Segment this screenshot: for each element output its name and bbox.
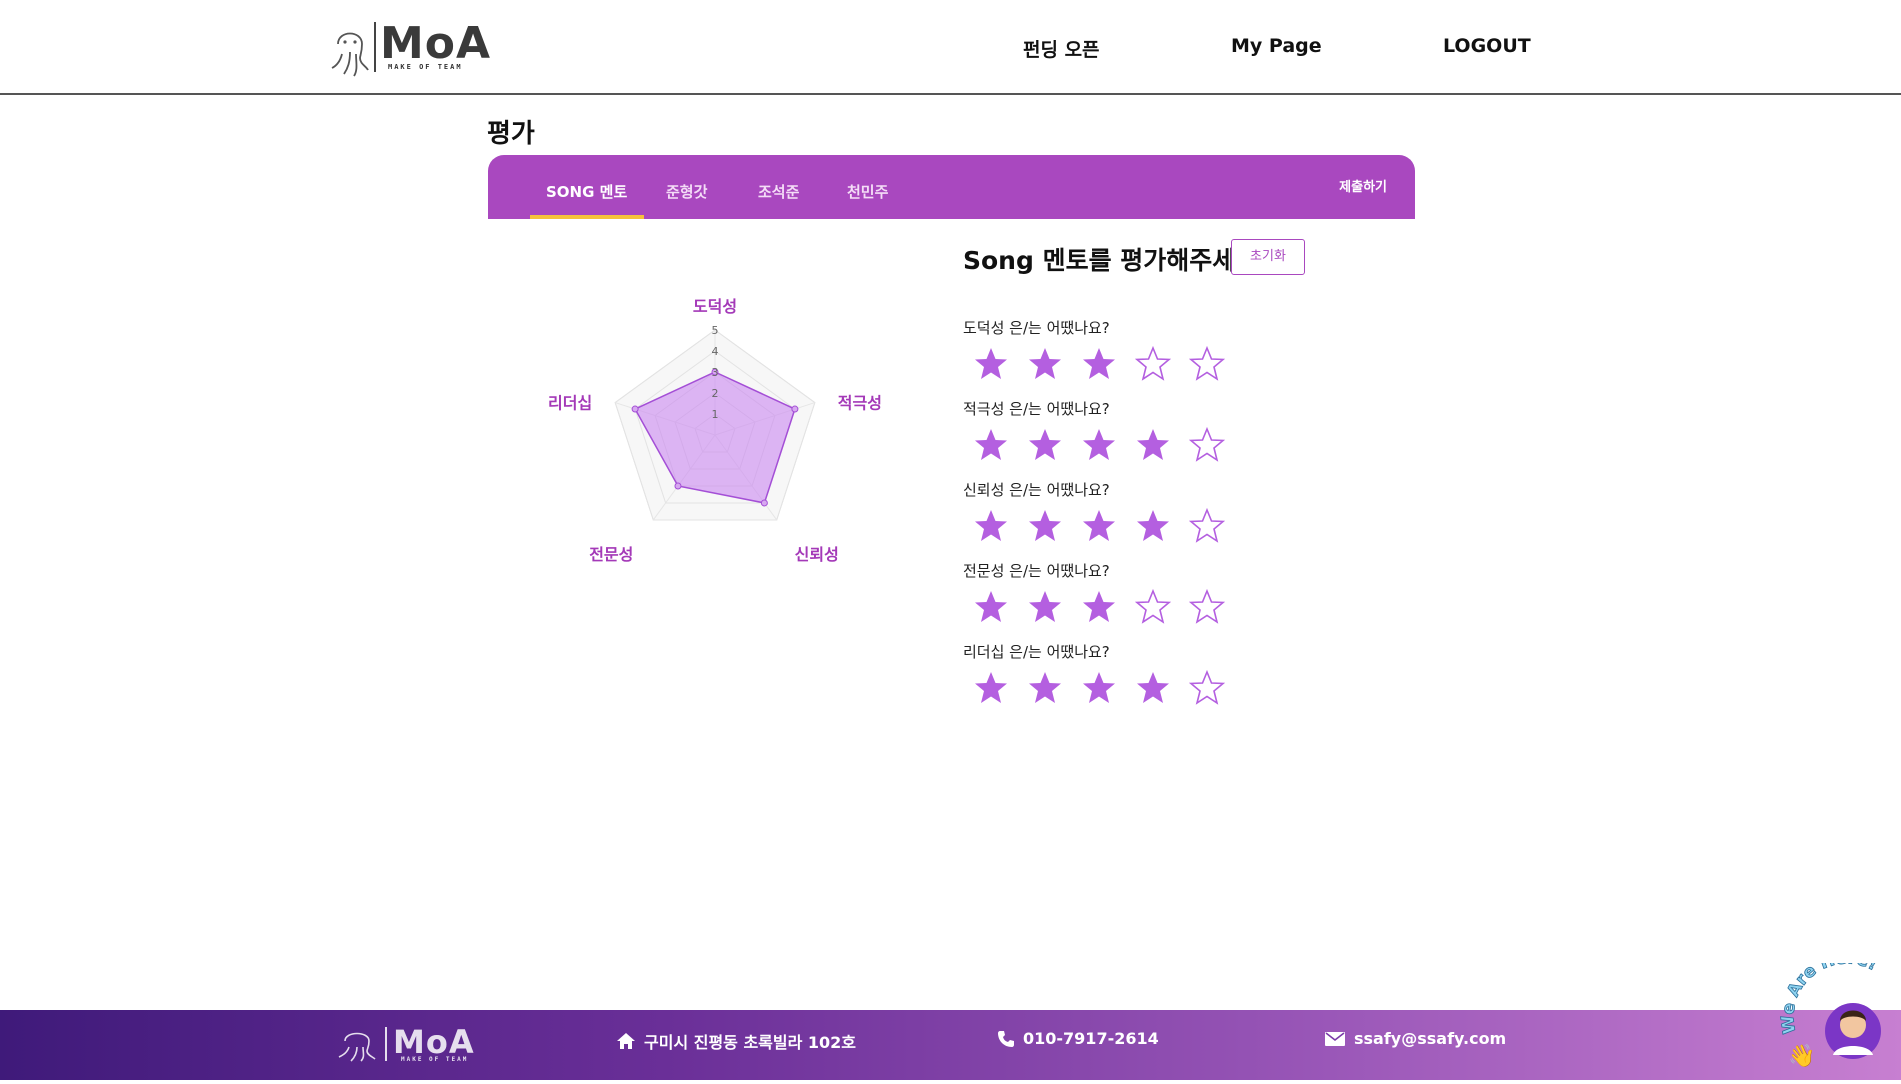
star-filled-icon[interactable] [1027, 670, 1063, 706]
star-empty-icon[interactable] [1189, 427, 1225, 463]
tab-cheon-minju[interactable]: 천민주 [847, 181, 888, 202]
footer-phone: 010-7917-2614 [997, 1029, 1159, 1048]
footer-address: 구미시 진평동 초록빌라 102호 [616, 1029, 856, 1053]
page-title: 평가 [487, 119, 535, 149]
logo-divider [374, 22, 376, 72]
star-empty-icon[interactable] [1189, 346, 1225, 382]
star-filled-icon[interactable] [1027, 427, 1063, 463]
footer-email: ssafy@ssafy.com [1324, 1029, 1506, 1048]
star-filled-icon[interactable] [1135, 670, 1171, 706]
radar-point [760, 499, 768, 507]
moa-logo[interactable]: MoA MAKE OF TEAM [330, 18, 490, 78]
we-are-here-widget[interactable]: We Are Here! 👋 [1777, 948, 1901, 1080]
star-filled-icon[interactable] [1135, 427, 1171, 463]
footer-logo-subtitle: MAKE OF TEAM [401, 1056, 469, 1063]
star-filled-icon[interactable] [973, 589, 1009, 625]
octopus-icon [338, 1032, 376, 1062]
evaluation-tab-bar: SONG 멘토 준형갓 조석준 천민주 제출하기 [488, 155, 1415, 219]
star-filled-icon[interactable] [973, 346, 1009, 382]
question-label: 전문성 은/는 어땠나요? [963, 562, 1110, 580]
star-filled-icon[interactable] [973, 427, 1009, 463]
footer-address-text: 구미시 진평동 초록빌라 102호 [644, 1033, 857, 1052]
star-filled-icon[interactable] [1081, 508, 1117, 544]
question-label: 리더십 은/는 어땠나요? [963, 643, 1110, 661]
nav-my-page[interactable]: My Page [1231, 35, 1322, 57]
nav-funding-open[interactable]: 펀딩 오픈 [1023, 35, 1100, 62]
radar-axis-label: 전문성 [589, 545, 633, 564]
radar-axis-label: 리더십 [548, 394, 592, 413]
star-filled-icon[interactable] [1081, 670, 1117, 706]
star-filled-icon[interactable] [1027, 346, 1063, 382]
star-filled-icon[interactable] [1081, 589, 1117, 625]
star-empty-icon[interactable] [1189, 670, 1225, 706]
radar-scale-label: 1 [712, 408, 719, 421]
radar-axis-label: 신뢰성 [795, 545, 839, 564]
octopus-icon [331, 32, 369, 77]
submit-button[interactable]: 제출하기 [1339, 176, 1387, 195]
question-label: 신뢰성 은/는 어땠나요? [963, 481, 1110, 499]
radar-scale-label: 2 [712, 387, 719, 400]
footer: MoA MAKE OF TEAM 구미시 진평동 초록빌라 102호 010-7… [0, 1010, 1901, 1080]
footer-logo-divider [385, 1027, 387, 1061]
star-filled-icon[interactable] [973, 508, 1009, 544]
home-icon [617, 1033, 635, 1049]
logo-subtitle: MAKE OF TEAM [388, 63, 463, 71]
star-filled-icon[interactable] [1081, 346, 1117, 382]
question-label: 도덕성 은/는 어땠나요? [963, 319, 1110, 337]
we-are-here-graphic: We Are Here! 👋 [1777, 948, 1881, 1069]
footer-logo[interactable]: MoA MAKE OF TEAM [335, 1023, 510, 1067]
radar-chart: 1 2 3 4 5 도덕성적극성신뢰성 전문성 리더십 [548, 297, 882, 564]
tab-junhyeong[interactable]: 준형갓 [666, 181, 707, 202]
star-empty-icon[interactable] [1135, 346, 1171, 382]
footer-email-text[interactable]: ssafy@ssafy.com [1354, 1029, 1506, 1048]
tab-jo-seokjun[interactable]: 조석준 [758, 181, 799, 202]
star-filled-icon[interactable] [1027, 508, 1063, 544]
radar-scale-label: 4 [712, 345, 719, 358]
phone-icon [998, 1030, 1014, 1047]
star-empty-icon[interactable] [1135, 589, 1171, 625]
radar-point [791, 405, 799, 413]
radar-axis-label: 적극성 [838, 394, 882, 413]
evaluation-heading: Song 멘토를 평가해주세요! [963, 246, 1270, 275]
top-header: MoA MAKE OF TEAM 펀딩 오픈 My Page LOGOUT [0, 0, 1901, 95]
waving-hand-icon: 👋 [1788, 1043, 1815, 1069]
star-filled-icon[interactable] [1135, 508, 1171, 544]
star-filled-icon[interactable] [973, 670, 1009, 706]
radar-point [674, 482, 682, 490]
active-tab-indicator [530, 215, 644, 219]
star-filled-icon[interactable] [1081, 427, 1117, 463]
nav-logout[interactable]: LOGOUT [1443, 35, 1531, 57]
star-empty-icon[interactable] [1189, 508, 1225, 544]
radar-scale-label: 5 [712, 324, 719, 337]
star-filled-icon[interactable] [1027, 589, 1063, 625]
reset-button[interactable]: 초기화 [1231, 239, 1305, 275]
tab-song-mentor[interactable]: SONG 멘토 [546, 181, 627, 202]
radar-axis-label: 도덕성 [693, 297, 737, 316]
mail-icon [1325, 1031, 1345, 1046]
radar-scale-label: 3 [712, 366, 719, 379]
logo-text: MoA [380, 18, 492, 69]
radar-point [631, 405, 639, 413]
question-label: 적극성 은/는 어땠나요? [963, 400, 1110, 418]
footer-phone-text: 010-7917-2614 [1023, 1029, 1159, 1048]
star-empty-icon[interactable] [1189, 589, 1225, 625]
